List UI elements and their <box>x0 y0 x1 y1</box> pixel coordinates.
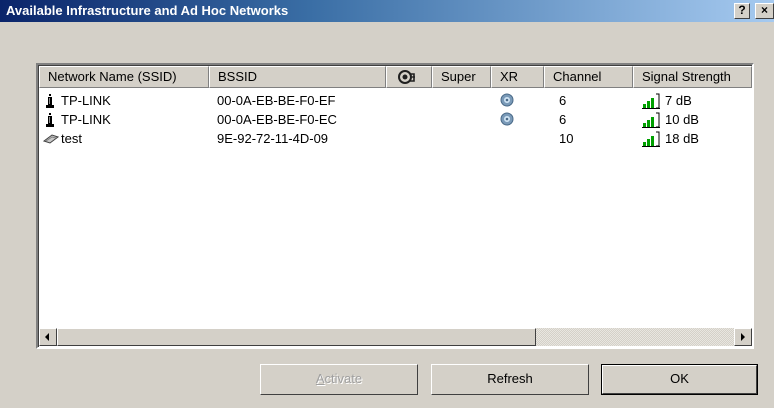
bssid-cell: 00-0A-EB-BE-F0-EF <box>217 93 336 108</box>
signal-cell: 10 dB <box>665 112 699 127</box>
xr-icon <box>500 112 514 126</box>
column-header-signal[interactable]: Signal Strength <box>633 66 752 88</box>
xr-icon <box>500 93 514 107</box>
network-dialog: Available Infrastructure and Ad Hoc Netw… <box>0 0 774 408</box>
signal-cell: 7 dB <box>665 93 692 108</box>
signal-strength-icon <box>642 112 660 128</box>
column-header-ssid[interactable]: Network Name (SSID) <box>39 66 209 88</box>
signal-strength-icon <box>642 93 660 109</box>
ok-button[interactable]: OK <box>601 364 758 395</box>
bssid-cell: 00-0A-EB-BE-F0-EC <box>217 112 337 127</box>
help-button[interactable]: ? <box>734 3 750 19</box>
column-header-channel[interactable]: Channel <box>544 66 633 88</box>
list-item[interactable]: test 9E-92-72-11-4D-09 10 18 dB <box>39 129 752 148</box>
scroll-thumb[interactable] <box>57 328 536 346</box>
ssid-cell: TP-LINK <box>61 112 111 127</box>
channel-cell: 10 <box>559 131 574 146</box>
activate-label: ctivate <box>324 371 363 386</box>
list-item[interactable]: TP-LINK 00-0A-EB-BE-F0-EC 6 10 dB <box>39 110 752 129</box>
access-point-icon <box>46 113 54 127</box>
arrow-right-icon <box>741 333 745 341</box>
wep-key-icon <box>398 70 415 84</box>
bssid-cell: 9E-92-72-11-4D-09 <box>217 131 329 146</box>
list-header: Network Name (SSID) BSSID Super XR Chann… <box>39 66 752 89</box>
adhoc-network-icon <box>43 134 59 144</box>
window-title: Available Infrastructure and Ad Hoc Netw… <box>6 3 289 18</box>
close-button[interactable]: × <box>755 3 774 19</box>
column-header-xr[interactable]: XR <box>491 66 544 88</box>
refresh-button[interactable]: Refresh <box>431 364 589 395</box>
channel-cell: 6 <box>559 93 567 108</box>
signal-cell: 18 dB <box>665 131 699 146</box>
activate-button[interactable]: Activate <box>260 364 418 395</box>
ssid-cell: TP-LINK <box>61 93 111 108</box>
arrow-left-icon <box>45 333 49 341</box>
horizontal-scrollbar[interactable] <box>39 328 752 346</box>
list-item[interactable]: TP-LINK 00-0A-EB-BE-F0-EF 6 7 dB <box>39 91 752 110</box>
signal-strength-icon <box>642 131 660 147</box>
scroll-right-button[interactable] <box>734 328 752 346</box>
scroll-left-button[interactable] <box>39 328 57 346</box>
access-point-icon <box>46 94 54 108</box>
column-header-super[interactable]: Super <box>432 66 491 88</box>
title-bar[interactable]: Available Infrastructure and Ad Hoc Netw… <box>0 0 774 22</box>
channel-cell: 6 <box>559 112 567 127</box>
ok-label: OK <box>670 371 689 386</box>
activate-accel: A <box>315 371 325 386</box>
scroll-track[interactable] <box>536 328 734 346</box>
column-header-encryption[interactable] <box>386 66 432 88</box>
network-list[interactable]: Network Name (SSID) BSSID Super XR Chann… <box>36 63 754 349</box>
column-header-bssid[interactable]: BSSID <box>209 66 386 88</box>
ssid-cell: test <box>61 131 82 146</box>
